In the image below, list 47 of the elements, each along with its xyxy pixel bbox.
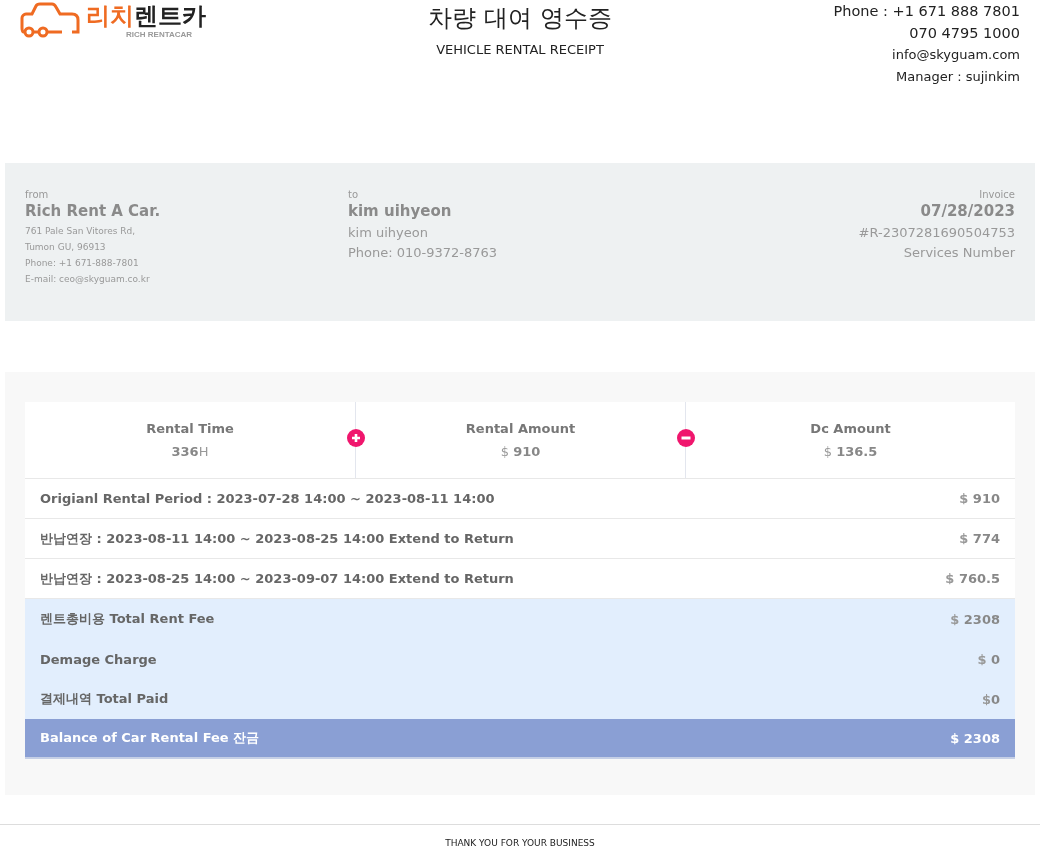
- to-label: to: [348, 189, 359, 200]
- from-label: from: [25, 189, 49, 200]
- charge-amount: $ 910: [959, 491, 1000, 506]
- invoice-number-label: Services Number: [903, 244, 1015, 262]
- recipient-name: kim uihyeon: [348, 202, 452, 220]
- receipt-subtitle: VEHICLE RENTAL RECEIPT: [436, 42, 604, 57]
- stat-value: 336H: [171, 444, 209, 459]
- contact-line: 070 4795 1000: [909, 24, 1020, 43]
- charge-label: 렌트총비용 Total Rent Fee: [40, 610, 215, 628]
- plus-icon: [347, 429, 365, 447]
- stat-label: Rental Time: [146, 421, 234, 436]
- invoice-date: 07/28/2023: [920, 202, 1015, 220]
- charge-label: 결제내역 Total Paid: [40, 690, 169, 708]
- contact-line: info@skyguam.com: [892, 46, 1020, 64]
- stat-label: Dc Amount: [810, 421, 891, 436]
- charge-amount: $ 0: [977, 651, 1000, 667]
- stat-value: $ 136.5: [823, 444, 878, 459]
- charge-amount: $ 760.5: [945, 571, 1000, 586]
- logo-text: 렌트카: [134, 2, 206, 30]
- recipient-detail: Phone: 010-9372-8763: [348, 244, 498, 262]
- charge-label: Origianl Rental Period : 2023-07-28 14:00 ~ 2023-08-11 14:00: [40, 491, 495, 506]
- charge-amount: $0: [981, 691, 1000, 707]
- sender-detail: 761 Pale San Vitores Rd,: [25, 225, 136, 238]
- stat-label: Rental Amount: [465, 421, 576, 436]
- receipt-title: 차량 대여 영수증: [428, 3, 612, 34]
- sender-detail: Phone: +1 671-888-7801: [25, 257, 139, 270]
- contact-line: Manager : sujinkim: [896, 68, 1020, 86]
- invoice-label: Invoice: [979, 189, 1015, 200]
- charge-amount: $ 2308: [950, 611, 1000, 627]
- charge-label: 반납연장 : 2023-08-25 14:00 ~ 2023-09-07 14:00 Extend to Return: [40, 569, 514, 588]
- invoice-number: #R-2307281690504753: [858, 224, 1015, 242]
- recipient-detail: kim uihyeon: [348, 224, 428, 242]
- charge-label: Demage Charge: [40, 651, 157, 667]
- sender-name: Rich Rent A Car.: [25, 202, 161, 220]
- charge-amount: $ 774: [959, 531, 1000, 546]
- contact-line: Phone : +1 671 888 7801: [833, 2, 1020, 21]
- stat-value: $ 910: [500, 444, 541, 459]
- charge-label: 반납연장 : 2023-08-11 14:00 ~ 2023-08-25 14:00 Extend to Return: [40, 529, 514, 548]
- car-logo-icon: [20, 2, 82, 40]
- logo-tagline: RICH RENTACAR: [126, 30, 194, 39]
- footer-text: THANK YOU FOR YOUR BUSINESS: [445, 838, 595, 848]
- minus-icon: [677, 429, 695, 447]
- sender-detail: E-mail: ceo@skyguam.co.kr: [25, 273, 150, 286]
- sender-detail: Tumon GU, 96913: [25, 241, 106, 254]
- charge-label: Balance of Car Rental Fee 잔금: [40, 729, 260, 747]
- logo-text: 리치: [86, 2, 134, 30]
- charge-amount: $ 2308: [950, 730, 1000, 746]
